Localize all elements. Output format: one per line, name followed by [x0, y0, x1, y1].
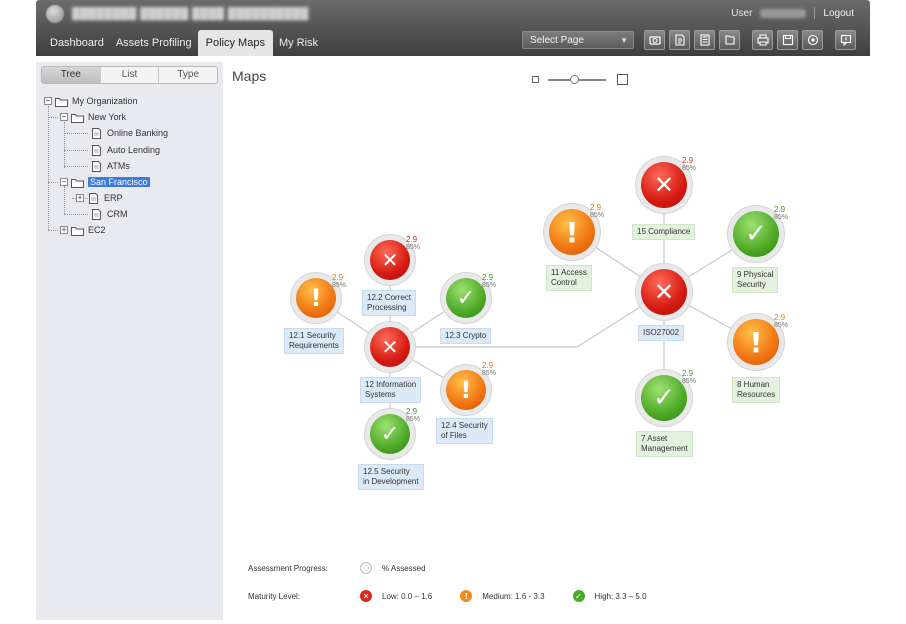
- checkmark-icon: ✓: [641, 375, 687, 421]
- legend-label: Low: 0.0 – 1.6: [382, 591, 433, 601]
- legend-label: % Assessed: [382, 563, 426, 573]
- legend-assessment-progress: Assessment Progress: % Assessed: [248, 562, 454, 574]
- node-score: 2.9 85%: [682, 156, 697, 173]
- warning-icon: !: [549, 209, 595, 255]
- legend-label: Medium: 1.6 - 3.3: [482, 591, 545, 601]
- checkmark-icon: ✓: [572, 590, 585, 602]
- warning-icon: !: [296, 278, 336, 318]
- node-label: 8 Human Resources: [732, 377, 781, 403]
- node-score: 2.9 85%: [406, 407, 421, 424]
- node-label: 12.4 Security of Files: [436, 418, 493, 444]
- checkmark-icon: ✓: [446, 278, 486, 318]
- node-label: 12.5 Security in Development: [358, 464, 424, 490]
- legend-title: Maturity Level:: [248, 591, 301, 601]
- legend-title: Assessment Progress:: [248, 563, 329, 573]
- node-label: 12.2 Correct Processing: [362, 290, 417, 316]
- node-score: 2.9 85%: [482, 273, 497, 290]
- progress-ring-icon: [360, 562, 372, 574]
- error-x-icon: ✕: [641, 162, 687, 208]
- node-score: 2.9 85%: [482, 361, 497, 378]
- checkmark-icon: ✓: [370, 414, 410, 454]
- warning-icon: !: [446, 370, 486, 410]
- node-score: 2.9 85%: [332, 273, 347, 290]
- node-label: 7 Asset Management: [636, 431, 693, 457]
- error-x-icon: ✕: [370, 327, 410, 367]
- node-label: 12 Information Systems: [360, 377, 422, 403]
- node-score: 2.9 85%: [774, 313, 789, 330]
- node-score: 2.9 85%: [406, 235, 421, 252]
- checkmark-icon: ✓: [733, 211, 779, 257]
- node-score: 2.9 85%: [590, 203, 605, 220]
- error-x-icon: ✕: [370, 240, 410, 280]
- node-label: 11 Access Control: [546, 265, 592, 291]
- warning-icon: !: [460, 590, 473, 602]
- error-x-icon: ✕: [360, 590, 372, 602]
- legend-label: High: 3.3 – 5.0: [594, 591, 647, 601]
- error-x-icon: ✕: [641, 269, 687, 315]
- node-score: 2.9 85%: [774, 205, 789, 222]
- node-label: 12.3 Crypto: [440, 328, 492, 344]
- legend-maturity-level: Maturity Level: ✕ Low: 0.0 – 1.6 ! Mediu…: [248, 590, 675, 602]
- node-label: 12.1 Security Requirements: [284, 328, 344, 354]
- node-label: 9 Physical Security: [732, 267, 779, 293]
- node-label: ISO27002: [638, 325, 685, 341]
- node-score: 2.9 85%: [682, 369, 697, 386]
- warning-icon: !: [733, 319, 779, 365]
- node-label: 15 Compliance: [632, 224, 696, 240]
